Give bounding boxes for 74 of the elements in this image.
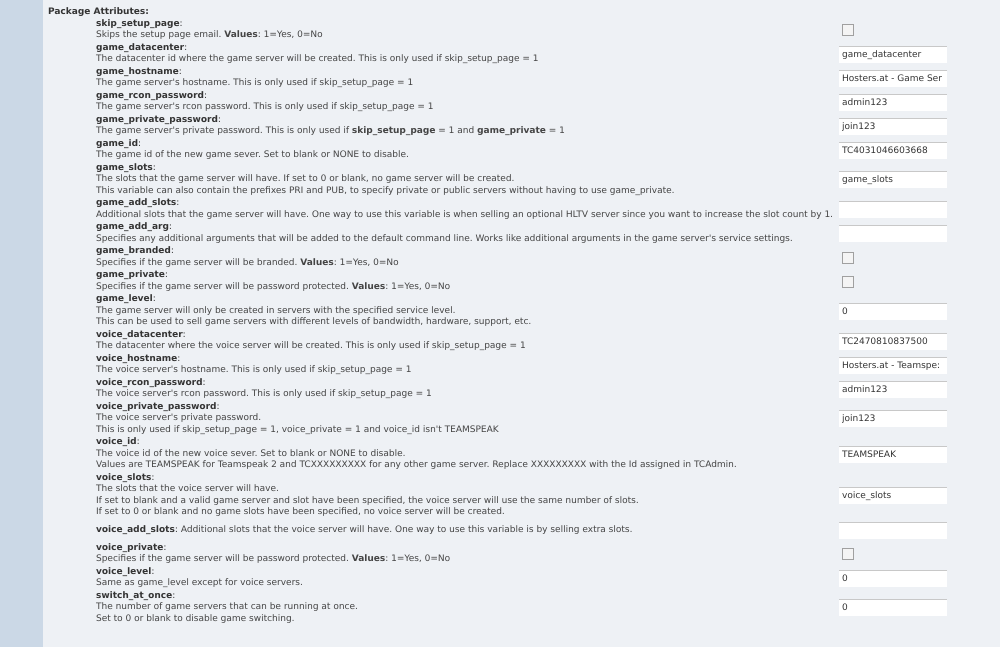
attribute-description: Same as game_level except for voice servers. <box>96 578 303 590</box>
attribute-description: The datacenter where the voice server will be created. This is only used if skip_setup_page = 1 <box>96 341 526 352</box>
attribute-description: Additional slots that the game server will have. One way to use this variable is when selling an optional HLTV server since you want to increase the slot count by 1. <box>96 210 834 221</box>
attribute-name: game_level: <box>96 294 156 306</box>
attribute-description: The datacenter id where the game server will be created. This is only used if skip_setup_page = 1 <box>96 54 538 66</box>
attribute-description: The game server's rcon password. This is only used if skip_setup_page = 1 <box>96 102 434 114</box>
checkbox[interactable] <box>842 276 854 288</box>
attribute-description: The voice server's rcon password. This is only used if skip_setup_page = 1 <box>96 389 432 400</box>
attribute-name: voice_datacenter: <box>96 330 186 341</box>
text-field[interactable]: TEAMSPEAK <box>839 446 947 463</box>
attribute-name: game_branded: <box>96 246 174 258</box>
attribute-description: This can be used to sell game servers with different levels of bandwidth, hardware, support, etc. <box>96 317 532 328</box>
attribute-name: game_add_slots: <box>96 198 180 210</box>
attribute-description: Specifies if the game server will be branded. Values: 1=Yes, 0=No <box>96 258 399 269</box>
checkbox[interactable] <box>842 548 854 560</box>
text-field[interactable]: TC2470810837500 <box>839 332 947 350</box>
attribute-description: The slots that the game server will have. If set to 0 or blank, no game server will be created. <box>96 174 514 186</box>
attribute-name: game_private_password: <box>96 114 221 126</box>
attribute-description: The game server's hostname. This is only used if skip_setup_page = 1 <box>96 78 414 90</box>
attribute-name: voice_id: <box>96 437 140 448</box>
attribute-description: The game id of the new game sever. Set to blank or NONE to disable. <box>96 150 409 162</box>
attribute-description: Values are TEAMSPEAK for Teamspeak 2 and TCXXXXXXXXX for any other game server. Replace XXXXXXXXX with the Id assigned in TCAdmin. <box>96 460 737 472</box>
text-field[interactable]: 0 <box>839 302 947 320</box>
attribute-description: If set to 0 or blank and no game slots have been specified, no voice server will be created. <box>96 507 505 518</box>
attribute-name: game_id: <box>96 138 142 150</box>
text-field[interactable]: join123 <box>839 118 947 134</box>
attribute-description: Specifies if the game server will be password protected. Values: 1=Yes, 0=No <box>96 282 450 293</box>
attribute-name: game_hostname: <box>96 66 182 78</box>
attribute-description: The game server's private password. This is only used if skip_setup_page = 1 and game_private = 1 <box>96 126 565 138</box>
text-field[interactable]: admin123 <box>839 94 947 110</box>
text-field[interactable]: voice_slots <box>839 487 947 504</box>
attribute-description: Additional slots that the voice server will have. One way to use this variable is by selling extra slots. <box>180 524 632 536</box>
text-field[interactable]: join123 <box>839 410 947 428</box>
text-field[interactable]: 0 <box>839 599 947 616</box>
attribute-name: voice_private: <box>96 542 166 554</box>
attribute-name: voice_level: <box>96 566 154 578</box>
attribute-name: game_slots: <box>96 162 156 174</box>
attribute-description: The voice server's hostname. This is only used if skip_setup_page = 1 <box>96 365 412 376</box>
checkbox[interactable] <box>842 24 854 36</box>
text-field[interactable] <box>839 225 947 242</box>
text-field[interactable] <box>839 201 947 218</box>
text-field[interactable]: TC4031046603668 <box>839 142 947 158</box>
attribute-description: If set to blank and a valid game server and slot have been specified, the voice server will use the same number of slots. <box>96 496 639 507</box>
attribute-description: The number of game servers that can be running at once. <box>96 602 358 614</box>
text-field[interactable]: 0 <box>839 570 947 586</box>
text-field[interactable] <box>839 522 947 539</box>
attribute-description: The slots that the voice server will have. <box>96 484 279 496</box>
attribute-description: The voice id of the new voice sever. Set to blank or NONE to disable. <box>96 448 406 460</box>
attribute-name: game_add_arg: <box>96 222 172 234</box>
text-field[interactable]: Hosters.at - Game Ser <box>839 70 947 86</box>
attribute-description: Set to 0 or blank to disable game switching. <box>96 614 295 625</box>
attribute-name: voice_add_slots: <box>96 524 178 536</box>
attribute-description: Specifies any additional arguments that will be added to the default command line. Works like additional arguments in the game server's service settings. <box>96 234 793 245</box>
text-field[interactable]: game_slots <box>839 171 947 188</box>
attribute-name: game_private: <box>96 270 168 282</box>
attribute-name: voice_private_password: <box>96 402 220 413</box>
attribute-description: The game server will only be created in servers with the specified service level. <box>96 306 456 317</box>
section-title: Package Attributes: <box>48 6 149 18</box>
text-field[interactable]: admin123 <box>839 380 947 398</box>
attribute-name: switch_at_once: <box>96 590 176 602</box>
text-field[interactable]: Hosters.at - Teamspe: <box>839 356 947 374</box>
attribute-name: voice_slots: <box>96 472 154 484</box>
attribute-name: skip_setup_page: <box>96 18 183 30</box>
attribute-description: Skips the setup page email. Values: 1=Yes, 0=No <box>96 30 323 42</box>
checkbox[interactable] <box>842 252 854 264</box>
attribute-name: game_datacenter: <box>96 42 188 54</box>
attribute-name: voice_rcon_password: <box>96 378 206 389</box>
attribute-description: Specifies if the game server will be password protected. Values: 1=Yes, 0=No <box>96 554 450 566</box>
attribute-name: game_rcon_password: <box>96 90 208 102</box>
text-field[interactable]: game_datacenter <box>839 46 947 62</box>
attribute-description: This is only used if skip_setup_page = 1, voice_private = 1 and voice_id isn't TEAMSPEAK <box>96 424 499 436</box>
attribute-description: This variable can also contain the prefixes PRI and PUB, to specify private or public servers without having to use game_private. <box>96 186 675 197</box>
attribute-name: voice_hostname: <box>96 354 180 365</box>
attribute-description: The voice server's private password. <box>96 413 262 424</box>
